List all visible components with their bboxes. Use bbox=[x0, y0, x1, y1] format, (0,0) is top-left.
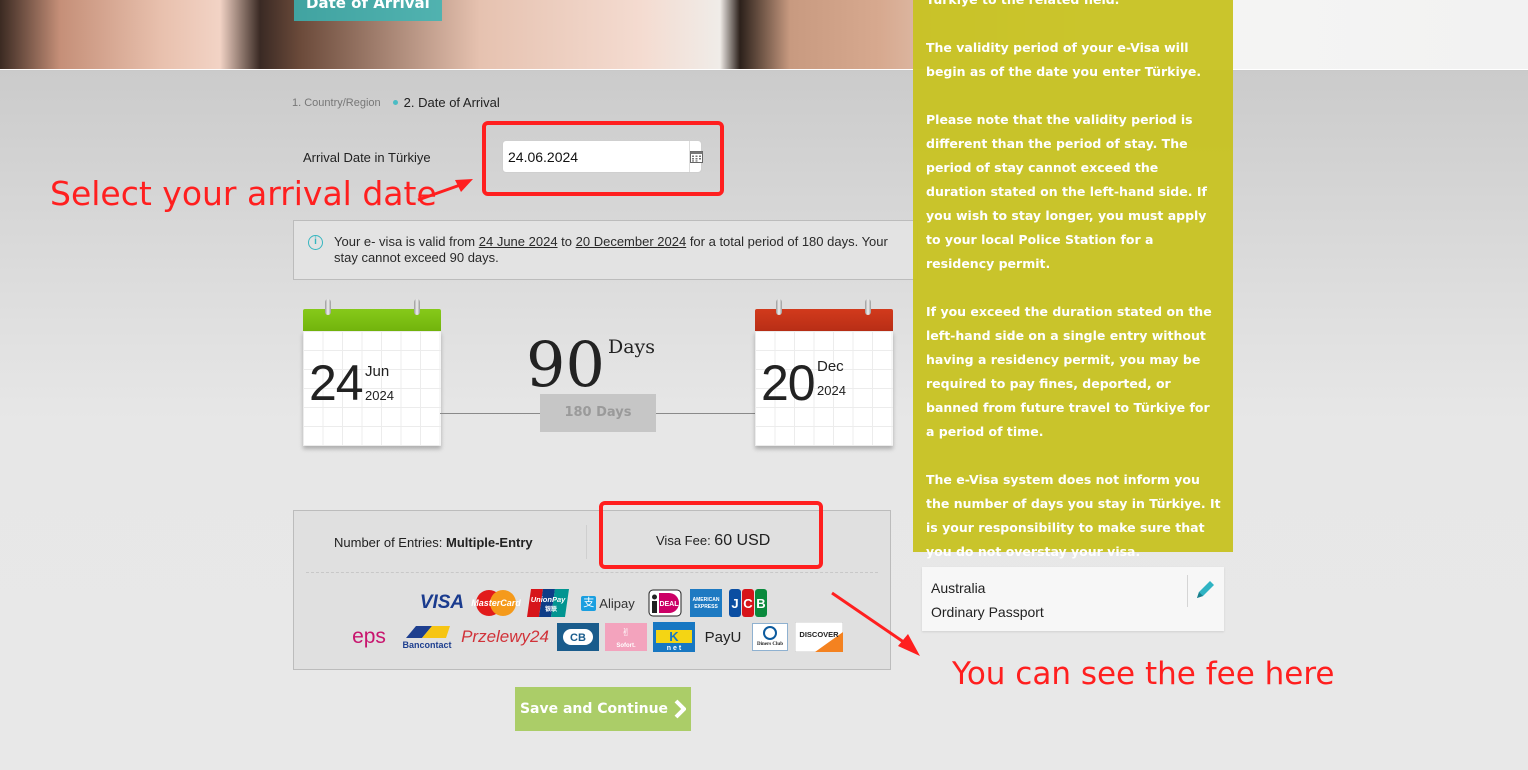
svg-text:B: B bbox=[756, 596, 765, 611]
dashed-divider bbox=[306, 572, 878, 573]
visa-info-sidebar: Türkiye to the related field. The validi… bbox=[913, 0, 1233, 559]
cb-logo-icon: CB bbox=[557, 623, 599, 651]
knet-logo-icon: Kn e t bbox=[653, 622, 695, 652]
sofort-logo-icon: ✌ Sofort. bbox=[605, 623, 647, 651]
annotation-select-date: Select your arrival date bbox=[50, 174, 437, 213]
sidebar-paragraph: If you exceed the duration stated on the… bbox=[926, 304, 1212, 439]
bancontact-label: Bancontact bbox=[402, 640, 452, 650]
chevron-right-icon bbox=[674, 699, 687, 719]
annotation-see-fee: You can see the fee here bbox=[952, 656, 1335, 692]
svg-text:Diners Club: Diners Club bbox=[757, 642, 783, 647]
visa-logo-icon: VISA bbox=[419, 592, 465, 613]
end-month: Dec bbox=[817, 358, 844, 375]
annotation-box-fee bbox=[599, 501, 823, 569]
payment-row-1: VISA MasterCard UnionPay 银联 支 Alipay iDEAL… bbox=[294, 587, 892, 619]
mastercard-logo-icon: MasterCard bbox=[471, 589, 521, 617]
svg-text:✌: ✌ bbox=[621, 626, 630, 639]
info-start-date: 24 June 2024 bbox=[478, 234, 558, 249]
svg-text:AMERICAN: AMERICAN bbox=[693, 597, 720, 603]
svg-text:n e t: n e t bbox=[667, 645, 682, 652]
svg-text:MasterCard: MasterCard bbox=[471, 598, 521, 608]
alipay-logo-icon: 支 Alipay bbox=[581, 595, 635, 611]
bancontact-logo-icon: Bancontact bbox=[401, 623, 453, 651]
calendar-ring-icon bbox=[776, 299, 782, 315]
jcb-logo-icon: JCB bbox=[729, 589, 767, 617]
end-day: 20 bbox=[761, 355, 816, 411]
passport-summary-card: Australia Ordinary Passport bbox=[922, 567, 1224, 631]
fee-divider bbox=[586, 525, 587, 559]
svg-text:C: C bbox=[743, 596, 753, 611]
annotation-box-date bbox=[482, 121, 724, 196]
sidebar-paragraph: The e-Visa system does not inform you th… bbox=[926, 472, 1221, 559]
hero-banner: Date of Arrival bbox=[0, 0, 1528, 70]
passport-type: Ordinary Passport bbox=[931, 604, 1044, 620]
calendar-ring-icon bbox=[414, 299, 420, 315]
sidebar-paragraph: The validity period of your e-Visa will … bbox=[926, 40, 1202, 79]
stay-days-number: 90 bbox=[526, 328, 605, 401]
diners-club-logo-icon: Diners Club bbox=[751, 623, 789, 651]
calendar-header bbox=[303, 309, 441, 331]
stay-days-unit: Days bbox=[608, 336, 656, 358]
unionpay-logo-icon: UnionPay 银联 bbox=[527, 589, 569, 617]
end-date-calendar: 20 Dec 2024 bbox=[755, 299, 893, 446]
sidebar-paragraph: Türkiye to the related field. bbox=[926, 0, 1221, 12]
number-of-entries: Number of Entries: Multiple-Entry bbox=[334, 535, 533, 550]
step-date-of-arrival: 2. Date of Arrival bbox=[403, 95, 500, 110]
sidebar-paragraph: Please note that the validity period is … bbox=[926, 112, 1207, 271]
info-icon: i bbox=[308, 235, 323, 250]
step-navigation: 1. Country/Region 2. Date of Arrival bbox=[292, 95, 500, 110]
active-step-dot-icon bbox=[392, 100, 398, 105]
annotation-arrow-icon bbox=[417, 179, 473, 202]
calendar-ring-icon bbox=[325, 299, 331, 315]
entries-label: Number of Entries: bbox=[334, 535, 446, 550]
save-button-label: Save and Continue bbox=[519, 701, 669, 717]
hero-tab-title: Date of Arrival bbox=[294, 0, 442, 21]
svg-text:K: K bbox=[669, 629, 679, 644]
amex-logo-icon: AMERICAN EXPRESS bbox=[689, 589, 723, 617]
total-validity-days: 180 Days bbox=[540, 394, 656, 432]
validity-info-box: i Your e- visa is valid from 24 June 202… bbox=[293, 220, 918, 280]
entries-value: Multiple-Entry bbox=[446, 535, 533, 550]
payu-logo-icon: PayU bbox=[704, 628, 742, 646]
save-and-continue-button[interactable]: Save and Continue bbox=[515, 687, 691, 731]
svg-text:Sofort.: Sofort. bbox=[616, 643, 636, 649]
przelewy24-logo-icon: Przelewy24 bbox=[461, 627, 549, 646]
info-prefix: Your e- visa is valid from bbox=[334, 234, 479, 249]
start-year: 2024 bbox=[365, 388, 394, 403]
svg-text:iDEAL: iDEAL bbox=[658, 601, 680, 608]
svg-text:银联: 银联 bbox=[545, 605, 557, 613]
svg-text:EXPRESS: EXPRESS bbox=[694, 604, 718, 610]
svg-text:UnionPay: UnionPay bbox=[531, 595, 566, 604]
svg-text:CB: CB bbox=[570, 632, 586, 644]
info-mid: to bbox=[557, 234, 576, 249]
arrival-date-label: Arrival Date in Türkiye bbox=[303, 150, 431, 165]
pencil-icon[interactable] bbox=[1194, 579, 1216, 601]
calendar-ring-icon bbox=[865, 299, 871, 315]
end-year: 2024 bbox=[817, 383, 846, 398]
step-country-region[interactable]: 1. Country/Region bbox=[292, 97, 381, 109]
passport-divider bbox=[1187, 575, 1188, 607]
alipay-label: Alipay bbox=[599, 595, 635, 611]
start-date-calendar: 24 Jun 2024 bbox=[303, 299, 441, 446]
start-day: 24 bbox=[309, 355, 364, 411]
annotation-arrow-icon bbox=[831, 591, 920, 656]
passport-country: Australia bbox=[931, 580, 986, 596]
svg-text:J: J bbox=[731, 596, 738, 611]
eps-logo-icon: eps bbox=[352, 625, 386, 648]
start-month: Jun bbox=[365, 363, 390, 380]
payment-methods: VISA MasterCard UnionPay 银联 支 Alipay iDEAL… bbox=[294, 587, 892, 655]
ideal-logo-icon: iDEAL bbox=[647, 589, 683, 617]
info-end-date: 20 December 2024 bbox=[575, 234, 687, 249]
payment-row-2: eps Bancontact Przelewy24 CB ✌ Sofort. Kn… bbox=[294, 621, 892, 653]
